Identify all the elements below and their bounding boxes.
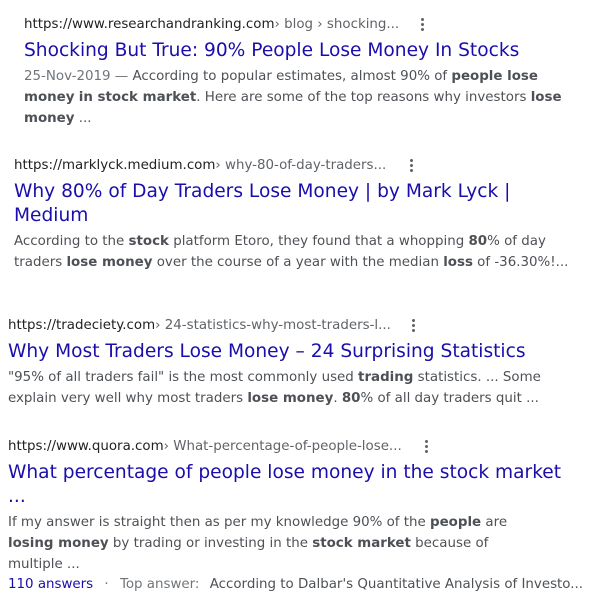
result-url[interactable]: https://marklyck.medium.com › why-80-of-… [14,155,574,175]
snippet-text: . [333,391,342,406]
snippet-text: platform Etoro, they found that a whoppi… [168,234,469,249]
highlighted-term: losing money [8,536,109,551]
snippet-text: According to the [14,234,129,249]
more-options-icon[interactable] [420,437,434,455]
result-snippet: 25-Nov-2019 — According to popular estim… [24,66,584,129]
highlighted-term: people [430,515,482,530]
snippet-text: % of all day traders quit ... [360,391,539,406]
result-url[interactable]: https://www.researchandranking.com › blo… [24,14,584,34]
snippet-text: . Here are some of the top reasons why i… [196,90,531,105]
more-options-icon[interactable] [404,156,418,174]
result-domain[interactable]: https://www.quora.com [8,439,164,454]
highlighted-term: 80 [341,391,361,406]
result-breadcrumb[interactable]: › 24-statistics-why-most-traders-l... [155,318,391,333]
result-domain[interactable]: https://tradeciety.com [8,318,155,333]
highlighted-term: lose money [247,391,334,406]
search-result-2: https://marklyck.medium.com › why-80-of-… [14,155,574,273]
result-title-link[interactable]: What percentage of people lose money in … [8,461,583,509]
result-snippet: According to the stock platform Etoro, t… [14,231,582,273]
highlighted-term: 80 [468,234,488,249]
result-domain[interactable]: https://www.researchandranking.com [24,17,275,32]
top-answer-label: Top answer: [119,577,200,592]
answers-count-link[interactable]: 110 answers [8,577,93,592]
highlighted-term: stock [128,234,169,249]
snippet-text: over the course of a year with the media… [152,255,444,270]
result-title-link[interactable]: Why 80% of Day Traders Lose Money | by M… [14,180,544,228]
result-snippet: If my answer is straight then as per my … [8,512,533,575]
highlighted-term: in stock market [78,90,197,105]
snippet-text: "95% of all traders fail" is the most co… [8,370,359,385]
snippet-text: of -36.30%!... [472,255,569,270]
result-snippet: "95% of all traders fail" is the most co… [8,367,548,409]
highlighted-term: stock market [312,536,411,551]
highlighted-term: loss [443,255,473,270]
snippet-text: are [481,515,508,530]
result-url[interactable]: https://www.quora.com › What-percentage-… [8,436,583,456]
result-title-link[interactable]: Shocking But True: 90% People Lose Money… [24,39,584,63]
more-options-icon[interactable] [415,15,429,33]
result-title-link[interactable]: Why Most Traders Lose Money – 24 Surpris… [8,340,578,364]
result-breadcrumb[interactable]: › What-percentage-of-people-lose... [164,439,402,454]
search-result-1: https://www.researchandranking.com › blo… [24,14,584,129]
result-date: 25-Nov-2019 — [24,69,133,84]
result-answers-row: 110 answers · Top answer: According to D… [8,575,583,595]
snippet-text: by trading or investing in the [108,536,313,551]
search-result-3: https://tradeciety.com › 24-statistics-w… [8,315,578,409]
separator-dot: · [104,577,109,592]
snippet-text: According to popular estimates, almost 9… [132,69,452,84]
snippet-text: If my answer is straight then as per my … [8,515,431,530]
highlighted-term: lose money [66,255,153,270]
result-breadcrumb[interactable]: › blog › shocking... [275,17,400,32]
search-result-4: https://www.quora.com › What-percentage-… [8,436,583,595]
snippet-text: ... [74,111,92,126]
result-url[interactable]: https://tradeciety.com › 24-statistics-w… [8,315,578,335]
highlighted-term: trading [358,370,414,385]
more-options-icon[interactable] [407,316,421,334]
result-domain[interactable]: https://marklyck.medium.com [14,158,215,173]
top-answer-text[interactable]: According to Dalbar's Quantitative Analy… [210,577,583,592]
result-breadcrumb[interactable]: › why-80-of-day-traders... [215,158,386,173]
